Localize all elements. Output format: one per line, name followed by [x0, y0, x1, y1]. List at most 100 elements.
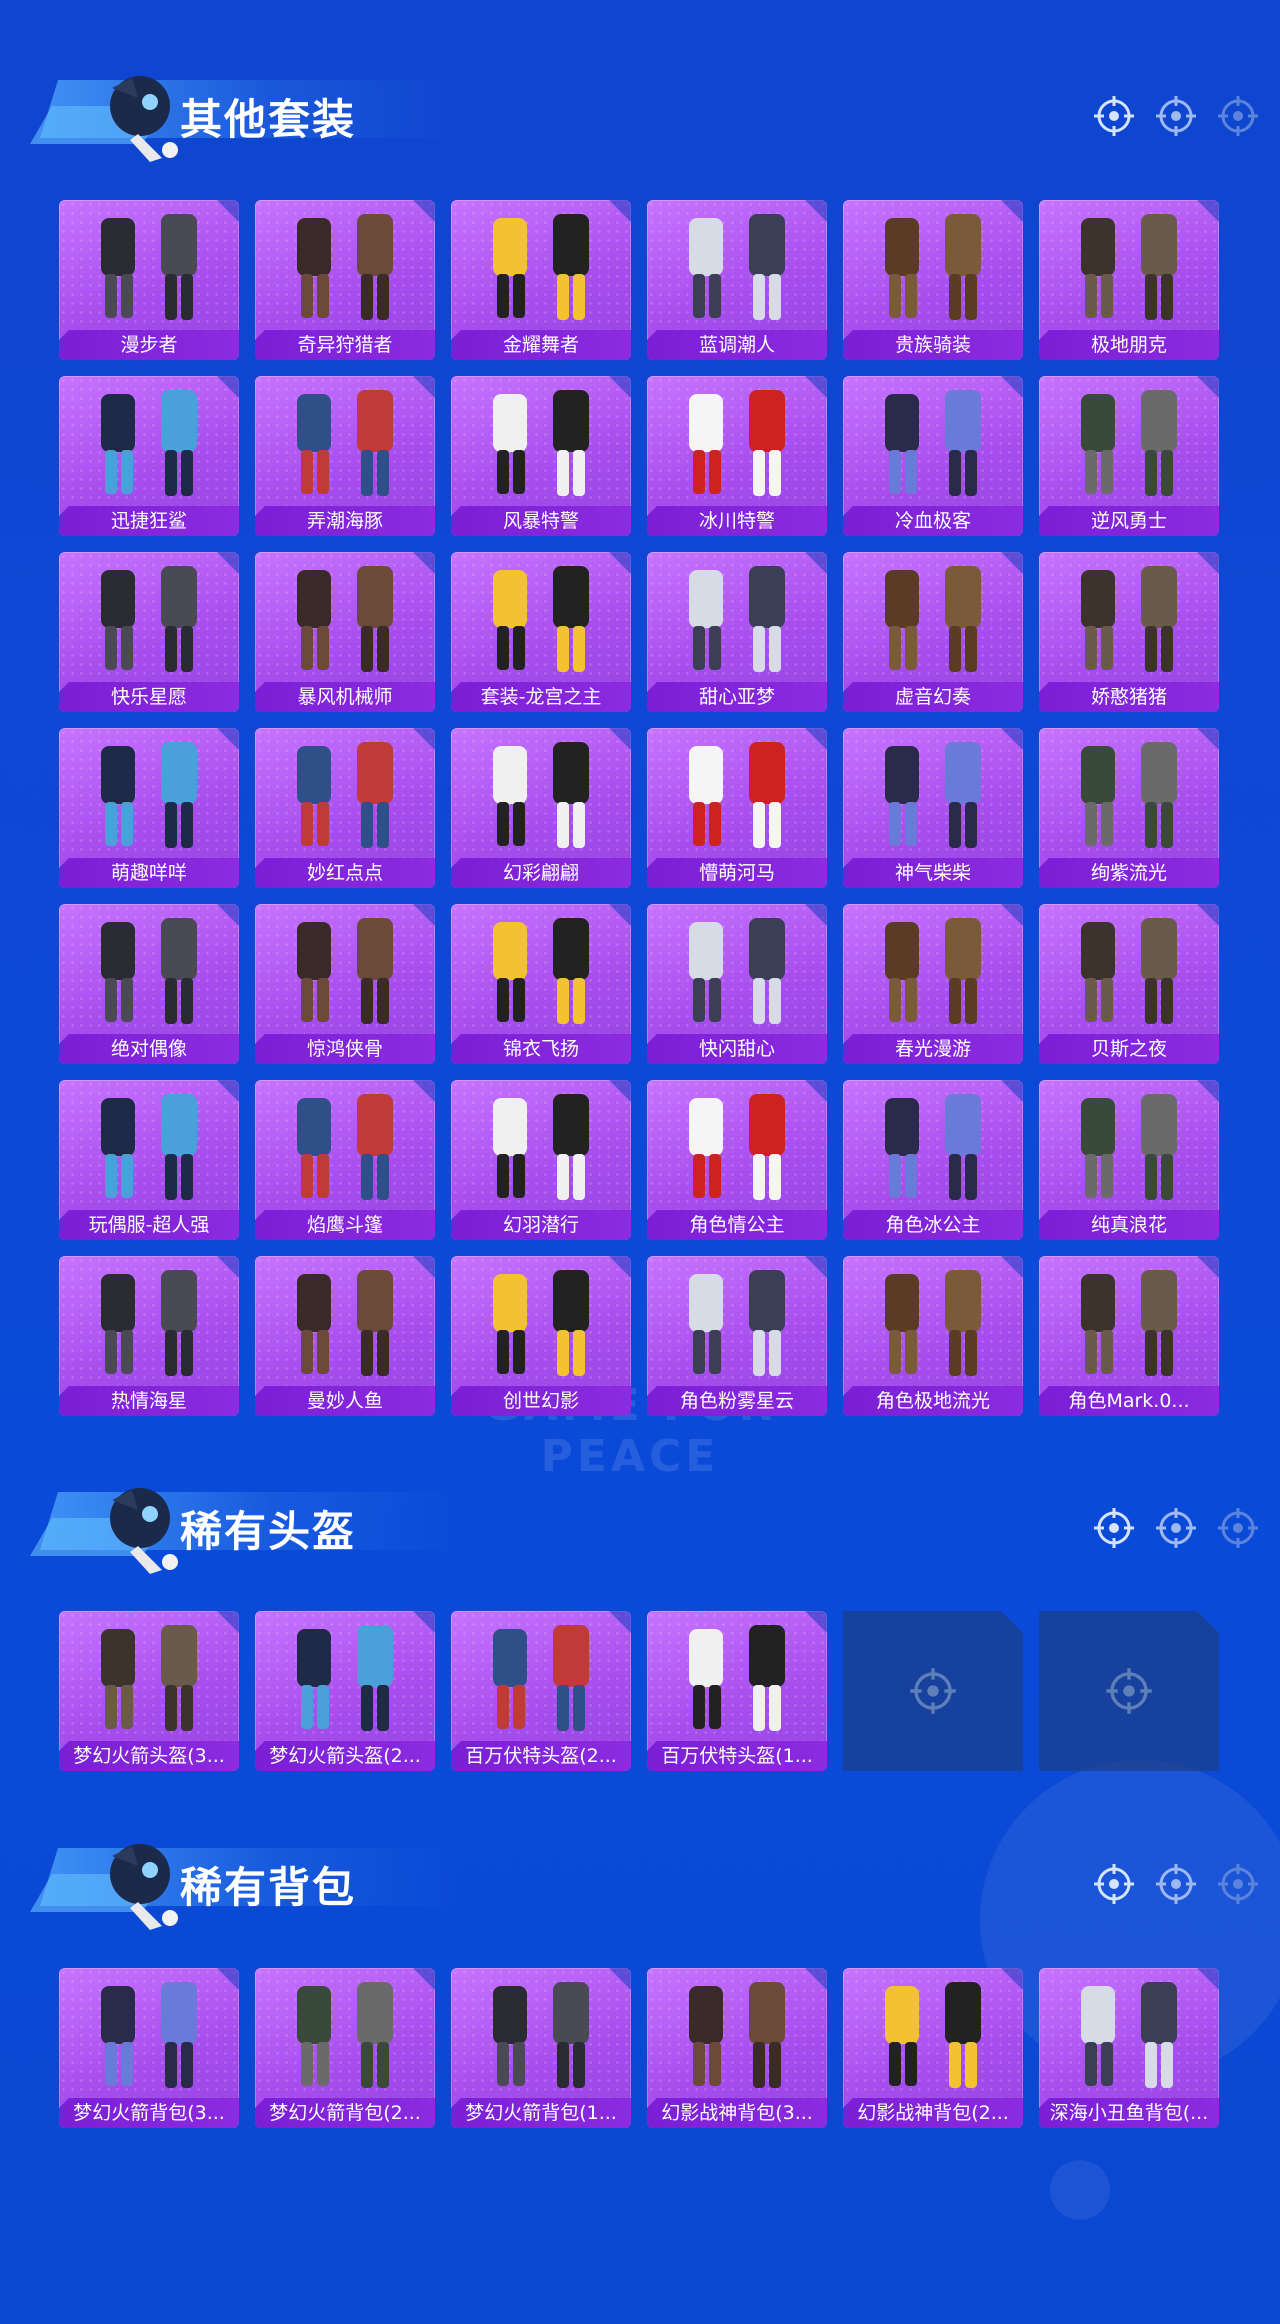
- item-card[interactable]: 曼妙人鱼: [255, 1256, 435, 1416]
- item-card[interactable]: 玩偶服-超人强: [59, 1080, 239, 1240]
- item-card[interactable]: 金耀舞者: [451, 200, 631, 360]
- empty-slot: [1039, 1611, 1219, 1771]
- item-card[interactable]: 奇异狩猎者: [255, 200, 435, 360]
- item-name: 角色极地流光: [875, 1390, 990, 1412]
- item-card[interactable]: 梦幻火箭头盔(3...: [59, 1611, 239, 1771]
- item-image: [297, 1625, 393, 1731]
- item-card[interactable]: 焰鹰斗篷: [255, 1080, 435, 1240]
- crosshair-icon: [1218, 1508, 1258, 1548]
- item-image: [885, 1982, 981, 2088]
- item-card[interactable]: 百万伏特头盔(1...: [647, 1611, 827, 1771]
- item-card[interactable]: 极地朋克: [1039, 200, 1219, 360]
- item-card[interactable]: 妙红点点: [255, 728, 435, 888]
- item-name: 风暴特警: [502, 510, 579, 532]
- item-card[interactable]: 娇憨猪猪: [1039, 552, 1219, 712]
- item-name: 快闪甜心: [698, 1038, 775, 1060]
- item-card[interactable]: 贵族骑装: [843, 200, 1023, 360]
- item-name: 玩偶服-超人强: [88, 1214, 210, 1236]
- item-card[interactable]: 角色情公主: [647, 1080, 827, 1240]
- item-card[interactable]: 弄潮海豚: [255, 376, 435, 536]
- item-card[interactable]: 热情海星: [59, 1256, 239, 1416]
- item-card[interactable]: 幻影战神背包(3...: [647, 1968, 827, 2128]
- item-name: 甜心亚梦: [698, 686, 775, 708]
- item-card[interactable]: 幻彩翩翩: [451, 728, 631, 888]
- item-card[interactable]: 神气柴柴: [843, 728, 1023, 888]
- item-image: [101, 742, 197, 848]
- item-name: 极地朋克: [1090, 334, 1167, 356]
- item-card[interactable]: 幻影战神背包(2...: [843, 1968, 1023, 2128]
- item-card[interactable]: 懵萌河马: [647, 728, 827, 888]
- item-card[interactable]: 角色粉雾星云: [647, 1256, 827, 1416]
- item-card[interactable]: 冷血极客: [843, 376, 1023, 536]
- item-card[interactable]: 绚紫流光: [1039, 728, 1219, 888]
- item-card[interactable]: 锦衣飞扬: [451, 904, 631, 1064]
- item-card[interactable]: 贝斯之夜: [1039, 904, 1219, 1064]
- item-name: 角色Mark.0...: [1068, 1390, 1190, 1412]
- item-card[interactable]: 梦幻火箭背包(2...: [255, 1968, 435, 2128]
- item-image: [493, 1625, 589, 1731]
- item-name: 金耀舞者: [502, 334, 579, 356]
- item-name: 梦幻火箭背包(1...: [465, 2102, 617, 2124]
- crosshair-icon: [1094, 1864, 1134, 1904]
- item-card[interactable]: 快乐星愿: [59, 552, 239, 712]
- item-name: 百万伏特头盔(1...: [661, 1745, 813, 1767]
- item-card[interactable]: 风暴特警: [451, 376, 631, 536]
- item-image: [101, 390, 197, 496]
- item-image: [101, 1094, 197, 1200]
- item-image: [297, 918, 393, 1024]
- item-card[interactable]: 角色极地流光: [843, 1256, 1023, 1416]
- item-card[interactable]: 蓝调潮人: [647, 200, 827, 360]
- item-card[interactable]: 逆风勇士: [1039, 376, 1219, 536]
- section-header-helmets: 稀有头盔: [30, 1470, 1260, 1580]
- crosshair-icon: [1104, 1666, 1154, 1716]
- item-image: [885, 918, 981, 1024]
- item-image: [885, 566, 981, 672]
- item-card[interactable]: 纯真浪花: [1039, 1080, 1219, 1240]
- item-image: [297, 566, 393, 672]
- item-card[interactable]: 幻羽潜行: [451, 1080, 631, 1240]
- item-card[interactable]: 甜心亚梦: [647, 552, 827, 712]
- item-name: 快乐星愿: [110, 686, 187, 708]
- item-name: 绝对偶像: [110, 1038, 187, 1060]
- item-image: [885, 1094, 981, 1200]
- item-image: [101, 1625, 197, 1731]
- item-card[interactable]: 梦幻火箭背包(3...: [59, 1968, 239, 2128]
- item-card[interactable]: 套装-龙宫之主: [451, 552, 631, 712]
- item-card[interactable]: 梦幻火箭背包(1...: [451, 1968, 631, 2128]
- item-card[interactable]: 梦幻火箭头盔(2...: [255, 1611, 435, 1771]
- item-card[interactable]: 百万伏特头盔(2...: [451, 1611, 631, 1771]
- item-name: 漫步者: [120, 334, 178, 356]
- item-card[interactable]: 漫步者: [59, 200, 239, 360]
- item-card[interactable]: 角色冰公主: [843, 1080, 1023, 1240]
- item-name: 暴风机械师: [297, 686, 393, 708]
- item-card[interactable]: 惊鸿侠骨: [255, 904, 435, 1064]
- item-image: [493, 214, 589, 320]
- item-image: [101, 214, 197, 320]
- item-name: 锦衣飞扬: [502, 1038, 579, 1060]
- item-name: 纯真浪花: [1090, 1214, 1167, 1236]
- item-name: 春光漫游: [894, 1038, 971, 1060]
- item-image: [689, 1094, 785, 1200]
- item-card[interactable]: 暴风机械师: [255, 552, 435, 712]
- item-card[interactable]: 绝对偶像: [59, 904, 239, 1064]
- item-card[interactable]: 冰川特警: [647, 376, 827, 536]
- item-card[interactable]: 迅捷狂鲨: [59, 376, 239, 536]
- crosshair-icon: [1156, 1508, 1196, 1548]
- item-card[interactable]: 春光漫游: [843, 904, 1023, 1064]
- item-card[interactable]: 角色Mark.0...: [1039, 1256, 1219, 1416]
- item-card[interactable]: 虚音幻奏: [843, 552, 1023, 712]
- background-decoration: [1050, 2160, 1110, 2220]
- item-card[interactable]: 萌趣咩咩: [59, 728, 239, 888]
- item-card[interactable]: 深海小丑鱼背包(...: [1039, 1968, 1219, 2128]
- item-image: [689, 1625, 785, 1731]
- item-name: 贝斯之夜: [1090, 1038, 1167, 1060]
- item-name: 惊鸿侠骨: [306, 1038, 383, 1060]
- item-image: [101, 1982, 197, 2088]
- item-name: 懵萌河马: [698, 862, 775, 884]
- empty-slot: [843, 1611, 1023, 1771]
- item-image: [101, 1270, 197, 1376]
- item-card[interactable]: 快闪甜心: [647, 904, 827, 1064]
- item-image: [493, 1270, 589, 1376]
- item-card[interactable]: 创世幻影: [451, 1256, 631, 1416]
- item-image: [689, 566, 785, 672]
